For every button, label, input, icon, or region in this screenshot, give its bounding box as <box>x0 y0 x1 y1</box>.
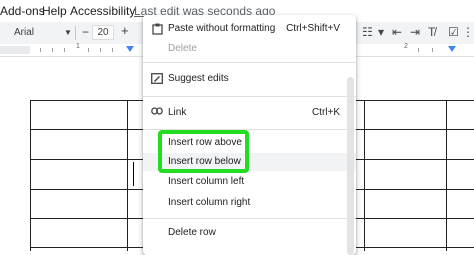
menu-item-paste-without-formatting[interactable]: Paste without formatting Ctrl+Shift+V <box>143 20 356 38</box>
decrease-indent-icon[interactable]: ⇤ <box>392 25 402 40</box>
ruler-margin <box>0 46 30 54</box>
menu-addons[interactable]: Add-ons <box>0 0 45 22</box>
ruler-tick <box>88 48 89 52</box>
menu-item-insert-column-left[interactable]: Insert column left <box>143 173 356 191</box>
ruler-number: 2 <box>404 43 408 50</box>
suggest-edits-icon <box>151 70 163 88</box>
menu-divider <box>143 218 356 219</box>
menu-item-suggest-edits[interactable]: Suggest edits <box>143 70 356 88</box>
menu-item-shortcut: Ctrl+K <box>311 107 340 118</box>
ruler-right-indent-marker[interactable] <box>448 46 456 52</box>
menu-item-label: Insert column left <box>168 176 245 187</box>
menu-scrollbar[interactable] <box>347 77 354 255</box>
ruler-tick <box>52 48 53 52</box>
menu-item-label: Suggest edits <box>168 73 229 84</box>
table-border <box>127 100 128 251</box>
increase-indent-icon[interactable]: ⇥ <box>410 25 420 40</box>
menu-item-label: Link <box>168 107 187 118</box>
table-border <box>364 100 365 251</box>
checklist-icon[interactable]: ☑ <box>448 25 459 40</box>
menu-divider <box>143 96 356 97</box>
ruler-indent-marker[interactable] <box>126 46 134 52</box>
ruler-number: 1 <box>76 43 80 50</box>
list-dropdown-icon[interactable]: ▾ <box>378 25 384 40</box>
link-icon <box>151 104 163 122</box>
ruler-tick <box>418 48 419 52</box>
highlight-box <box>158 130 249 173</box>
ruler-tick <box>64 48 65 52</box>
menu-divider <box>143 62 356 63</box>
menu-accessibility[interactable]: Accessibility <box>70 0 135 22</box>
ruler-tick <box>100 48 101 52</box>
text-cursor <box>133 162 134 186</box>
clear-formatting-icon[interactable]: T̸ <box>428 25 435 40</box>
font-size-input[interactable]: 20 <box>92 25 114 40</box>
menu-item-label: Delete <box>168 43 197 54</box>
menu-item-link[interactable]: Link Ctrl+K <box>143 104 356 122</box>
menu-item-delete[interactable]: Delete <box>143 40 356 58</box>
ruler-tick <box>112 48 113 52</box>
menu-item-delete-row[interactable]: Delete row <box>143 224 356 242</box>
numbered-list-icon[interactable]: ☷ <box>362 25 373 40</box>
ruler-tick <box>40 48 41 52</box>
menu-item-label: Insert column right <box>168 197 251 208</box>
more-icon[interactable]: ⋮ <box>462 25 474 40</box>
font-family-select[interactable]: Arial <box>6 26 68 40</box>
ruler-tick <box>432 48 433 52</box>
menu-item-insert-column-right[interactable]: Insert column right <box>143 194 356 212</box>
table-border <box>446 100 447 251</box>
decrease-font-size-button[interactable]: − <box>82 25 89 39</box>
paste-plain-icon <box>151 20 163 38</box>
menu-item-label: Paste without formatting <box>168 23 276 34</box>
menu-item-shortcut: Ctrl+Shift+V <box>286 23 340 34</box>
table-border <box>30 100 31 251</box>
font-dropdown-icon[interactable]: ▼ <box>64 26 72 40</box>
menu-help[interactable]: Help <box>42 0 67 22</box>
toolbar-divider <box>75 26 76 40</box>
menu-item-label: Delete row <box>168 227 216 238</box>
increase-font-size-button[interactable]: + <box>121 24 129 38</box>
